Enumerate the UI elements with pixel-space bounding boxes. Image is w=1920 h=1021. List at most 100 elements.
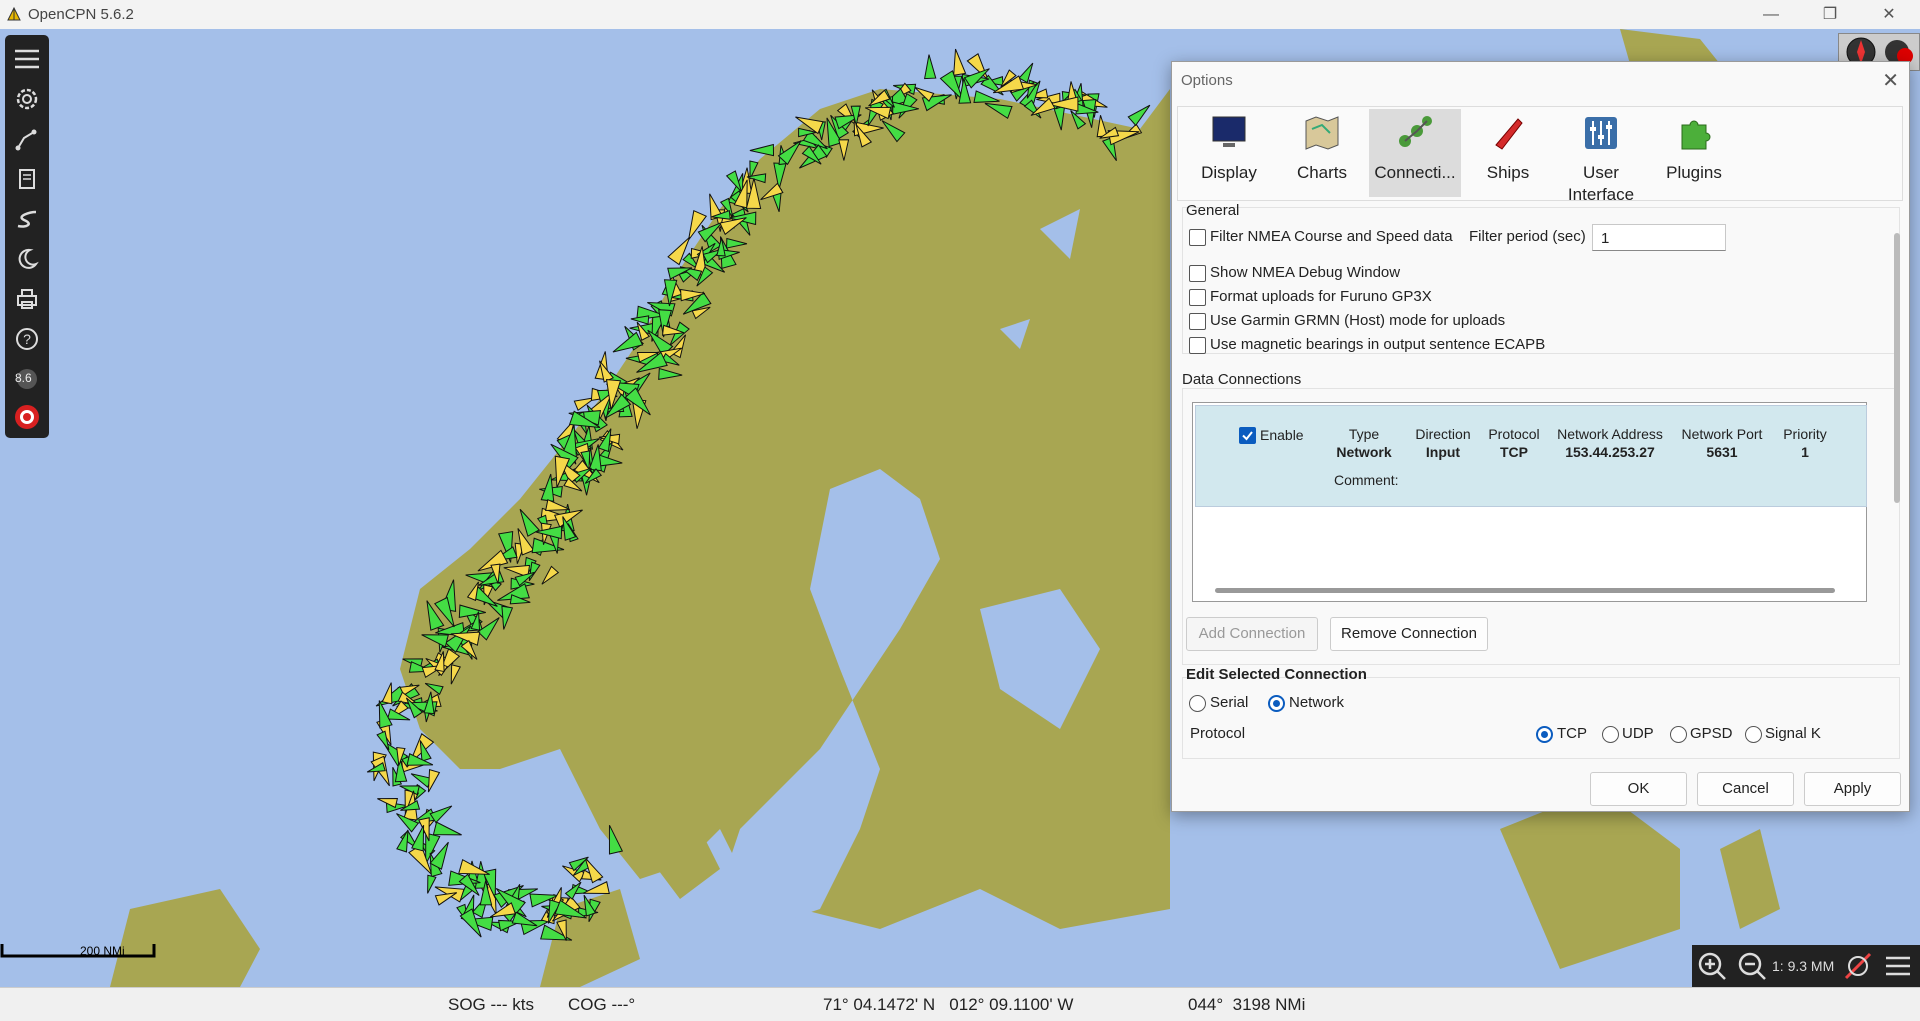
- ais-target-icon[interactable]: [458, 858, 490, 875]
- chart-book-button[interactable]: [11, 163, 43, 195]
- filter-nmea-checkbox[interactable]: [1189, 229, 1206, 246]
- serial-label: Serial: [1210, 694, 1249, 711]
- window-title: OpenCPN 5.6.2: [28, 6, 134, 23]
- ais-target-icon[interactable]: [381, 682, 393, 705]
- zoom-scale-label: 1: 9.3 MM: [1772, 958, 1835, 974]
- ais-target-icon[interactable]: [924, 54, 937, 80]
- tab-ships[interactable]: Ships: [1462, 109, 1554, 197]
- remove-connection-button[interactable]: Remove Connection: [1330, 617, 1488, 651]
- ais-target-icon[interactable]: [630, 315, 650, 325]
- tab-ships-label: Ships: [1486, 163, 1530, 182]
- tab-connections-label: Connecti...: [1374, 163, 1456, 182]
- col-direction-value: Input: [1425, 444, 1461, 460]
- magnetic-bearings-checkbox[interactable]: [1189, 337, 1206, 354]
- format-furuno-checkbox[interactable]: [1189, 289, 1206, 306]
- main-toolbar: ? 8.6: [5, 35, 49, 438]
- track-button[interactable]: [11, 203, 43, 235]
- position-readout: 71° 04.1472' N 012° 09.1100' W: [823, 995, 1074, 1014]
- ais-target-icon[interactable]: [427, 874, 437, 894]
- tab-plugins[interactable]: Plugins: [1648, 109, 1740, 197]
- ais-target-icon[interactable]: [396, 829, 409, 853]
- help-icon: ?: [16, 328, 38, 350]
- night-mode-icon: [18, 248, 39, 269]
- ais-target-icon[interactable]: [434, 892, 458, 906]
- cancel-button[interactable]: Cancel: [1697, 772, 1794, 806]
- ais-target-icon[interactable]: [1018, 62, 1034, 84]
- network-radio[interactable]: [1268, 695, 1285, 712]
- tab-user-interface-label: User Interface: [1567, 163, 1635, 204]
- mob-icon: [15, 405, 39, 429]
- night-mode-button[interactable]: [11, 243, 43, 275]
- checkmark-icon: [1242, 431, 1253, 441]
- mob-button[interactable]: [11, 401, 43, 433]
- edit-connection-group: [1182, 677, 1900, 759]
- vertical-scrollbar[interactable]: [1894, 233, 1900, 503]
- svg-text:?: ?: [23, 331, 31, 347]
- dialog-close-icon[interactable]: ✕: [1882, 68, 1899, 93]
- tab-charts[interactable]: Charts: [1276, 109, 1368, 197]
- settings-button[interactable]: [11, 83, 43, 115]
- col-type: Type Network: [1324, 426, 1404, 460]
- col-priority: Priority 1: [1774, 426, 1836, 460]
- chart-quilt-icon[interactable]: [1842, 950, 1874, 982]
- route-icon: [15, 129, 37, 151]
- signalk-radio[interactable]: [1745, 726, 1762, 743]
- maximize-button[interactable]: ❐: [1807, 0, 1853, 29]
- menu-button[interactable]: [11, 43, 43, 75]
- col-type-header: Type: [1348, 426, 1380, 442]
- show-debug-checkbox[interactable]: [1189, 265, 1206, 282]
- track-icon: [17, 210, 37, 228]
- ais-target-icon[interactable]: [582, 881, 610, 895]
- col-network-port: Network Port 5631: [1674, 426, 1770, 460]
- udp-radio[interactable]: [1602, 726, 1619, 743]
- title-bar: OpenCPN 5.6.2 — ❐ ✕: [0, 0, 1920, 30]
- land-uk: [110, 889, 260, 987]
- minimize-button[interactable]: —: [1748, 0, 1794, 29]
- tab-plugins-label: Plugins: [1666, 163, 1722, 182]
- tab-display-label: Display: [1201, 163, 1257, 182]
- ships-icon: [1495, 118, 1523, 150]
- serial-radio[interactable]: [1189, 695, 1206, 712]
- zoom-out-icon[interactable]: [1736, 950, 1768, 982]
- plugins-icon: [1681, 120, 1711, 150]
- ais-target-icon[interactable]: [953, 48, 967, 76]
- close-button[interactable]: ✕: [1866, 0, 1912, 29]
- zoom-in-icon[interactable]: [1696, 950, 1728, 982]
- print-button[interactable]: [11, 283, 43, 315]
- ais-target-icon[interactable]: [749, 143, 775, 157]
- col-network-address-value: 153.44.253.27: [1565, 444, 1655, 460]
- filter-period-label: Filter period (sec): [1469, 228, 1586, 245]
- apply-button[interactable]: Apply: [1804, 772, 1901, 806]
- col-network-address: Network Address 153.44.253.27: [1548, 426, 1672, 460]
- help-button[interactable]: ?: [11, 323, 43, 355]
- col-priority-value: 1: [1801, 444, 1809, 460]
- filter-period-input[interactable]: 1: [1592, 224, 1726, 251]
- hamburger-menu-icon[interactable]: [1882, 950, 1914, 982]
- tab-connections[interactable]: Connecti...: [1369, 109, 1461, 197]
- sog-readout: SOG --- kts: [448, 995, 534, 1014]
- magnetic-bearings-label: Use magnetic bearings in output sentence…: [1210, 336, 1546, 353]
- col-protocol: Protocol TCP: [1482, 426, 1546, 460]
- general-label: General: [1186, 202, 1240, 219]
- route-button[interactable]: [11, 123, 43, 155]
- connection-row[interactable]: Enable Type Network Direction Input Prot…: [1195, 405, 1867, 507]
- gpsd-radio[interactable]: [1670, 726, 1687, 743]
- col-network-port-header: Network Port: [1681, 426, 1763, 442]
- user-interface-icon: [1585, 117, 1617, 149]
- enable-checkbox[interactable]: [1239, 427, 1256, 444]
- horizontal-scrollbar[interactable]: [1215, 588, 1835, 593]
- use-garmin-checkbox[interactable]: [1189, 313, 1206, 330]
- tcp-radio[interactable]: [1536, 726, 1553, 743]
- col-direction: Direction Input: [1406, 426, 1480, 460]
- col-network-address-header: Network Address: [1557, 426, 1663, 442]
- ais-target-icon[interactable]: [427, 768, 441, 793]
- tab-user-interface[interactable]: User Interface: [1555, 109, 1647, 204]
- ais-target-icon[interactable]: [432, 821, 462, 836]
- tide-button[interactable]: 8.6: [11, 363, 43, 395]
- land-east-2: [1500, 789, 1680, 969]
- tab-display[interactable]: Display: [1183, 109, 1275, 197]
- charts-icon: [1305, 116, 1339, 150]
- col-protocol-header: Protocol: [1488, 426, 1540, 442]
- ok-button[interactable]: OK: [1590, 772, 1687, 806]
- add-connection-button[interactable]: Add Connection: [1186, 617, 1318, 651]
